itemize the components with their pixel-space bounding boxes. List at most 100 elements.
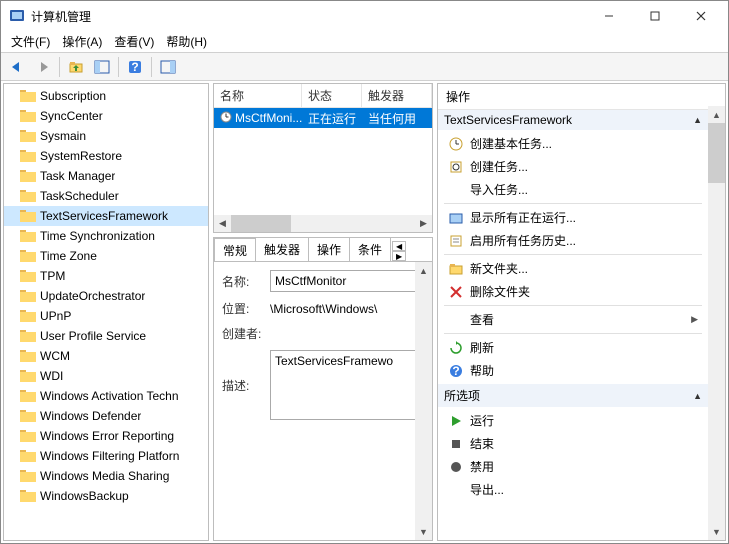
task-status: 正在运行: [302, 110, 362, 127]
task-wizard-icon: [448, 136, 464, 152]
tab-general[interactable]: 常规: [214, 238, 256, 262]
vertical-scrollbar[interactable]: ▲ ▼: [415, 262, 432, 540]
back-button[interactable]: [5, 56, 29, 78]
action-export[interactable]: 导出...: [438, 478, 708, 501]
folder-icon: [20, 209, 36, 223]
help-button[interactable]: ?: [123, 56, 147, 78]
scroll-thumb[interactable]: [708, 123, 725, 183]
folder-icon: [20, 489, 36, 503]
action-import[interactable]: 导入任务...: [438, 178, 708, 201]
folder-icon: [20, 269, 36, 283]
tree-item[interactable]: Windows Defender: [4, 406, 208, 426]
tab-triggers[interactable]: 触发器: [255, 238, 309, 261]
action-new-folder[interactable]: 新文件夹...: [438, 257, 708, 280]
svg-text:?: ?: [452, 364, 459, 378]
tree-item[interactable]: Sysmain: [4, 126, 208, 146]
tree-item[interactable]: Task Manager: [4, 166, 208, 186]
scroll-right-icon[interactable]: ▶: [415, 215, 432, 232]
action-run[interactable]: 运行: [438, 409, 708, 432]
tree[interactable]: SubscriptionSyncCenterSysmainSystemResto…: [4, 84, 208, 540]
tree-item[interactable]: Windows Filtering Platforn: [4, 446, 208, 466]
tree-item-label: UPnP: [40, 309, 71, 323]
tree-item[interactable]: WindowsBackup: [4, 486, 208, 506]
tree-item[interactable]: Subscription: [4, 86, 208, 106]
tree-item[interactable]: Windows Media Sharing: [4, 466, 208, 486]
tree-item[interactable]: TaskScheduler: [4, 186, 208, 206]
folder-icon: [20, 369, 36, 383]
scroll-track[interactable]: [231, 215, 415, 232]
delete-icon: [448, 284, 464, 300]
action-create-basic[interactable]: 创建基本任务...: [438, 132, 708, 155]
menu-view[interactable]: 查看(V): [108, 31, 160, 52]
col-status[interactable]: 状态: [302, 84, 362, 107]
prop-name-value[interactable]: MsCtfMonitor: [270, 270, 424, 292]
tab-actions[interactable]: 操作: [308, 238, 350, 261]
forward-button[interactable]: [31, 56, 55, 78]
scroll-thumb[interactable]: [231, 215, 291, 232]
show-hide-tree-button[interactable]: [90, 56, 114, 78]
col-name[interactable]: 名称: [214, 84, 302, 107]
action-view[interactable]: 查看▶: [438, 308, 708, 331]
menu-help[interactable]: 帮助(H): [160, 31, 213, 52]
tree-item[interactable]: TPM: [4, 266, 208, 286]
scroll-up-icon[interactable]: ▲: [708, 106, 725, 123]
toolbar-separator: [151, 57, 152, 77]
actions-section-1[interactable]: TextServicesFramework ▲: [438, 110, 708, 130]
close-button[interactable]: [678, 1, 724, 31]
tree-item[interactable]: Time Synchronization: [4, 226, 208, 246]
tree-item[interactable]: WDI: [4, 366, 208, 386]
action-end[interactable]: 结束: [438, 432, 708, 455]
tree-item[interactable]: SystemRestore: [4, 146, 208, 166]
properties-box: 常规 触发器 操作 条件 ◀▶ 名称: MsCtfMonitor 位置: \Mi…: [213, 237, 433, 541]
actions-header: 操作: [438, 84, 725, 110]
action-create[interactable]: 创建任务...: [438, 155, 708, 178]
maximize-button[interactable]: [632, 1, 678, 31]
folder-icon: [20, 329, 36, 343]
tree-item[interactable]: TextServicesFramework: [4, 206, 208, 226]
action-refresh[interactable]: 刷新: [438, 336, 708, 359]
stop-icon: [448, 436, 464, 452]
menu-file[interactable]: 文件(F): [5, 31, 56, 52]
prop-desc-value[interactable]: TextServicesFramewo: [270, 350, 424, 420]
task-list-header: 名称 状态 触发器: [214, 84, 432, 108]
actions-scrollbar[interactable]: ▲ ▼: [708, 106, 725, 540]
task-list-body[interactable]: MsCtfMoni... 正在运行 当任何用: [214, 108, 432, 215]
tree-item-label: UpdateOrchestrator: [40, 289, 145, 303]
new-folder-icon: [448, 261, 464, 277]
action-delete-folder[interactable]: 删除文件夹: [438, 280, 708, 303]
folder-icon: [20, 129, 36, 143]
col-trigger[interactable]: 触发器: [362, 84, 432, 107]
tree-item[interactable]: WCM: [4, 346, 208, 366]
scroll-down-icon[interactable]: ▼: [415, 523, 432, 540]
scroll-up-icon[interactable]: ▲: [415, 262, 432, 279]
tree-item[interactable]: Windows Error Reporting: [4, 426, 208, 446]
minimize-button[interactable]: [586, 1, 632, 31]
action-disable[interactable]: 禁用: [438, 455, 708, 478]
tree-item[interactable]: Windows Activation Techn: [4, 386, 208, 406]
show-hide-actions-button[interactable]: [156, 56, 180, 78]
tree-item[interactable]: User Profile Service: [4, 326, 208, 346]
tree-item[interactable]: UPnP: [4, 306, 208, 326]
menu-action[interactable]: 操作(A): [56, 31, 108, 52]
scroll-down-icon[interactable]: ▼: [708, 523, 725, 540]
actions-section-2[interactable]: 所选项 ▲: [438, 384, 708, 407]
tree-item[interactable]: SyncCenter: [4, 106, 208, 126]
tree-item[interactable]: UpdateOrchestrator: [4, 286, 208, 306]
horizontal-scrollbar[interactable]: ◀ ▶: [214, 215, 432, 232]
scroll-left-icon[interactable]: ◀: [214, 215, 231, 232]
action-enable-history[interactable]: 启用所有任务历史...: [438, 229, 708, 252]
tree-item[interactable]: Time Zone: [4, 246, 208, 266]
tab-overflow[interactable]: ◀▶: [392, 241, 406, 261]
task-row[interactable]: MsCtfMoni... 正在运行 当任何用: [214, 108, 432, 128]
prop-author-label: 创建者:: [222, 325, 264, 342]
action-help[interactable]: ?帮助: [438, 359, 708, 382]
folder-icon: [20, 169, 36, 183]
svg-text:?: ?: [131, 60, 138, 74]
up-button[interactable]: [64, 56, 88, 78]
folder-icon: [20, 109, 36, 123]
tab-conditions[interactable]: 条件: [349, 238, 391, 261]
action-show-running[interactable]: 显示所有正在运行...: [438, 206, 708, 229]
tree-item-label: Windows Defender: [40, 409, 141, 423]
actions-pane: 操作 TextServicesFramework ▲ 创建基本任务... 创建任…: [437, 83, 726, 541]
middle-pane: 名称 状态 触发器 MsCtfMoni... 正在运行 当任何用 ◀ ▶: [211, 81, 435, 543]
